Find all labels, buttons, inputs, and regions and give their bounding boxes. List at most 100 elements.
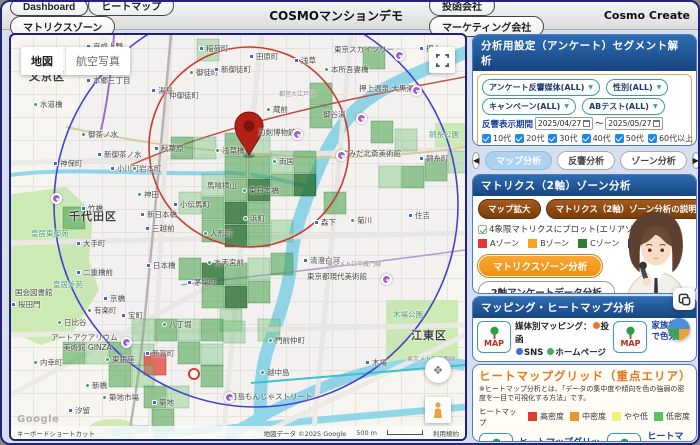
museum-onsen-marker[interactable] [336,150,347,161]
map-label: 岩本町 [132,165,162,173]
map-viewport[interactable]: 京成上野上野広小路文京区本郷三丁目湯島仲御徒町御徒町新御徒町稲荷町田原町浅草東京… [9,33,467,441]
map-label-text: 月島もんじゃストリート [230,393,313,401]
age-checkbox[interactable]: 30代 [548,133,577,144]
tabs-prev-arrow[interactable]: ◀ [472,152,480,169]
map-label: 田原町 [249,53,279,61]
tab-3[interactable]: ゾーン分析 [620,151,687,170]
map-label-text: 小伝馬町 [180,201,210,209]
museum-onsen-marker[interactable] [394,50,405,61]
calendar-icon[interactable] [653,120,660,127]
matrix-zone-analysis-button[interactable]: マトリクスゾーン分析 [478,255,602,277]
map-label: 神田 [137,191,159,199]
map-label-text: 神田 [144,191,159,199]
museum-onsen-marker[interactable] [356,113,367,124]
age-label: 40代 [593,133,611,144]
pan-control[interactable]: ✥ [425,357,451,383]
date-from-input[interactable]: 2025/04/27 [535,117,593,130]
map-label-text: 内幸町 [40,359,63,367]
density-legend-item: 高密度 [528,411,564,422]
map-label-text: 茅場町 [194,279,217,287]
checkbox-icon [482,134,491,143]
density-label: やや低 [624,411,648,422]
map-attribution-bar: キーボードショートカット 地図データ ©2025 Google 500 m 利用… [11,426,465,439]
age-checkbox[interactable]: 20代 [515,133,544,144]
media-mapping-legend: 媒体別マッピング：投函 SNS ホームページ [515,321,609,359]
map-label-text: 汐留 [75,407,90,415]
extension-icon[interactable] [673,288,695,310]
map-label: 森下 [314,219,336,227]
filter-dropdown[interactable]: ABテスト(ALL) [582,98,665,115]
museum-onsen-marker[interactable] [411,85,422,96]
age-checkbox[interactable]: 10代 [482,133,511,144]
heatmap-grid-note: ※ヒートマップ分析とは、「データの集中度や傾向を色の強弱の密度を一目で可視化する… [473,384,696,405]
dropdown-row-2: キャンペーン(ALL) ABテスト(ALL) [482,98,687,115]
map-label: 三越前 [145,225,175,233]
map-label-text: 桜田門 [18,301,41,309]
fullscreen-button[interactable] [429,47,455,73]
topbar-button[interactable]: Dashboard [10,0,88,16]
map-label: 秋葉原 [154,145,184,153]
station-icon [154,146,159,151]
dropdown-row-1: アンケート反響媒体(ALL) 性別(ALL) [482,79,687,96]
station-icon [151,88,156,93]
date-to-input[interactable]: 2025/05/27 [605,117,663,130]
map-label-text: 新富町 [152,350,175,358]
map-zoom-button[interactable]: マップ拡大 [478,199,541,219]
filter-dropdown[interactable]: キャンペーン(ALL) [482,98,576,115]
map-label-text: 田原町 [256,53,279,61]
age-checkbox[interactable]: 60代以上 [648,133,693,144]
heatmap-zone-map-button[interactable]: MAP [607,433,641,442]
density-legend-item: 中密度 [570,411,606,422]
density-legend-item: やや低 [612,411,648,422]
density-legend-item: 低密度 [654,411,690,422]
heatmap-density-map-button[interactable]: MAP [479,433,513,442]
street-view-pegman[interactable] [425,397,451,423]
museum-onsen-marker[interactable] [51,193,62,204]
map-type-satellite-button[interactable]: 航空写真 [65,47,130,75]
map-label-text: 神保町 [60,160,83,168]
museum-onsen-marker[interactable] [224,392,235,403]
media-line-2: SNS ホームページ [515,347,609,360]
map-label-text: 森下 [321,219,336,227]
filter-dropdown[interactable]: アンケート反響媒体(ALL) [482,79,600,96]
map-label: 東京スカイツリー [334,46,394,54]
tree-icon [33,360,38,365]
calendar-icon[interactable] [583,120,590,127]
topbar-button[interactable]: 投函会社 [429,0,495,16]
map-label-text: 木場 [372,359,387,367]
two-axis-survey-button[interactable]: 2軸アンケートデータ分析 [478,281,615,294]
mapping-heatmap-card: マッピング・ヒートマップ分析 MAP 媒体別マッピング：投函 SNS ホームペー… [472,296,697,362]
tabs-next-arrow[interactable]: ▶ [692,152,700,169]
map-label-text: 東京メトロ半蔵門線 [327,262,381,268]
tree-icon [33,102,38,107]
station-icon [303,258,308,263]
map-label-text: 京橋 [110,295,125,303]
map-label: 小伝馬町 [173,201,210,209]
museum-onsen-marker[interactable] [292,129,303,140]
family-color-map-button[interactable]: MAP [613,321,647,353]
map-label-text: 都営大江戸線 [279,92,315,98]
tab-1[interactable]: マップ分析 [485,151,552,170]
tab-2[interactable]: 反響分析 [557,151,615,170]
translate-globe-icon[interactable] [668,318,690,340]
museum-onsen-marker[interactable] [121,337,132,348]
terms-link[interactable]: 利用規約 [433,428,459,438]
museum-onsen-marker[interactable] [381,274,392,285]
dropdown-value: アンケート反響媒体(ALL) [489,82,584,93]
age-checkbox[interactable]: 40代 [582,133,611,144]
map-label-text: 大手町 [83,240,106,248]
matrix-zone-header: マトリクス（2軸）ゾーン分析 [473,175,696,196]
tree-icon [189,70,194,75]
topbar-button[interactable]: ヒートマップ [88,0,174,16]
dropdown-value: 性別(ALL) [613,82,653,93]
station-icon [76,270,81,275]
map-type-map-button[interactable]: 地図 [21,47,63,75]
filter-dropdown[interactable]: 性別(ALL) [606,79,668,96]
map-label-text: 秋葉原 [161,145,184,153]
map-label-text: 新橋 [92,382,107,390]
media-mapping-map-button[interactable]: MAP [477,321,511,353]
map-label-text: 東日本橋 [249,187,279,195]
age-checkbox[interactable]: 50代 [615,133,644,144]
keyboard-shortcuts-link[interactable]: キーボードショートカット [17,428,95,438]
map-label: アートアクアリウム [51,334,118,342]
